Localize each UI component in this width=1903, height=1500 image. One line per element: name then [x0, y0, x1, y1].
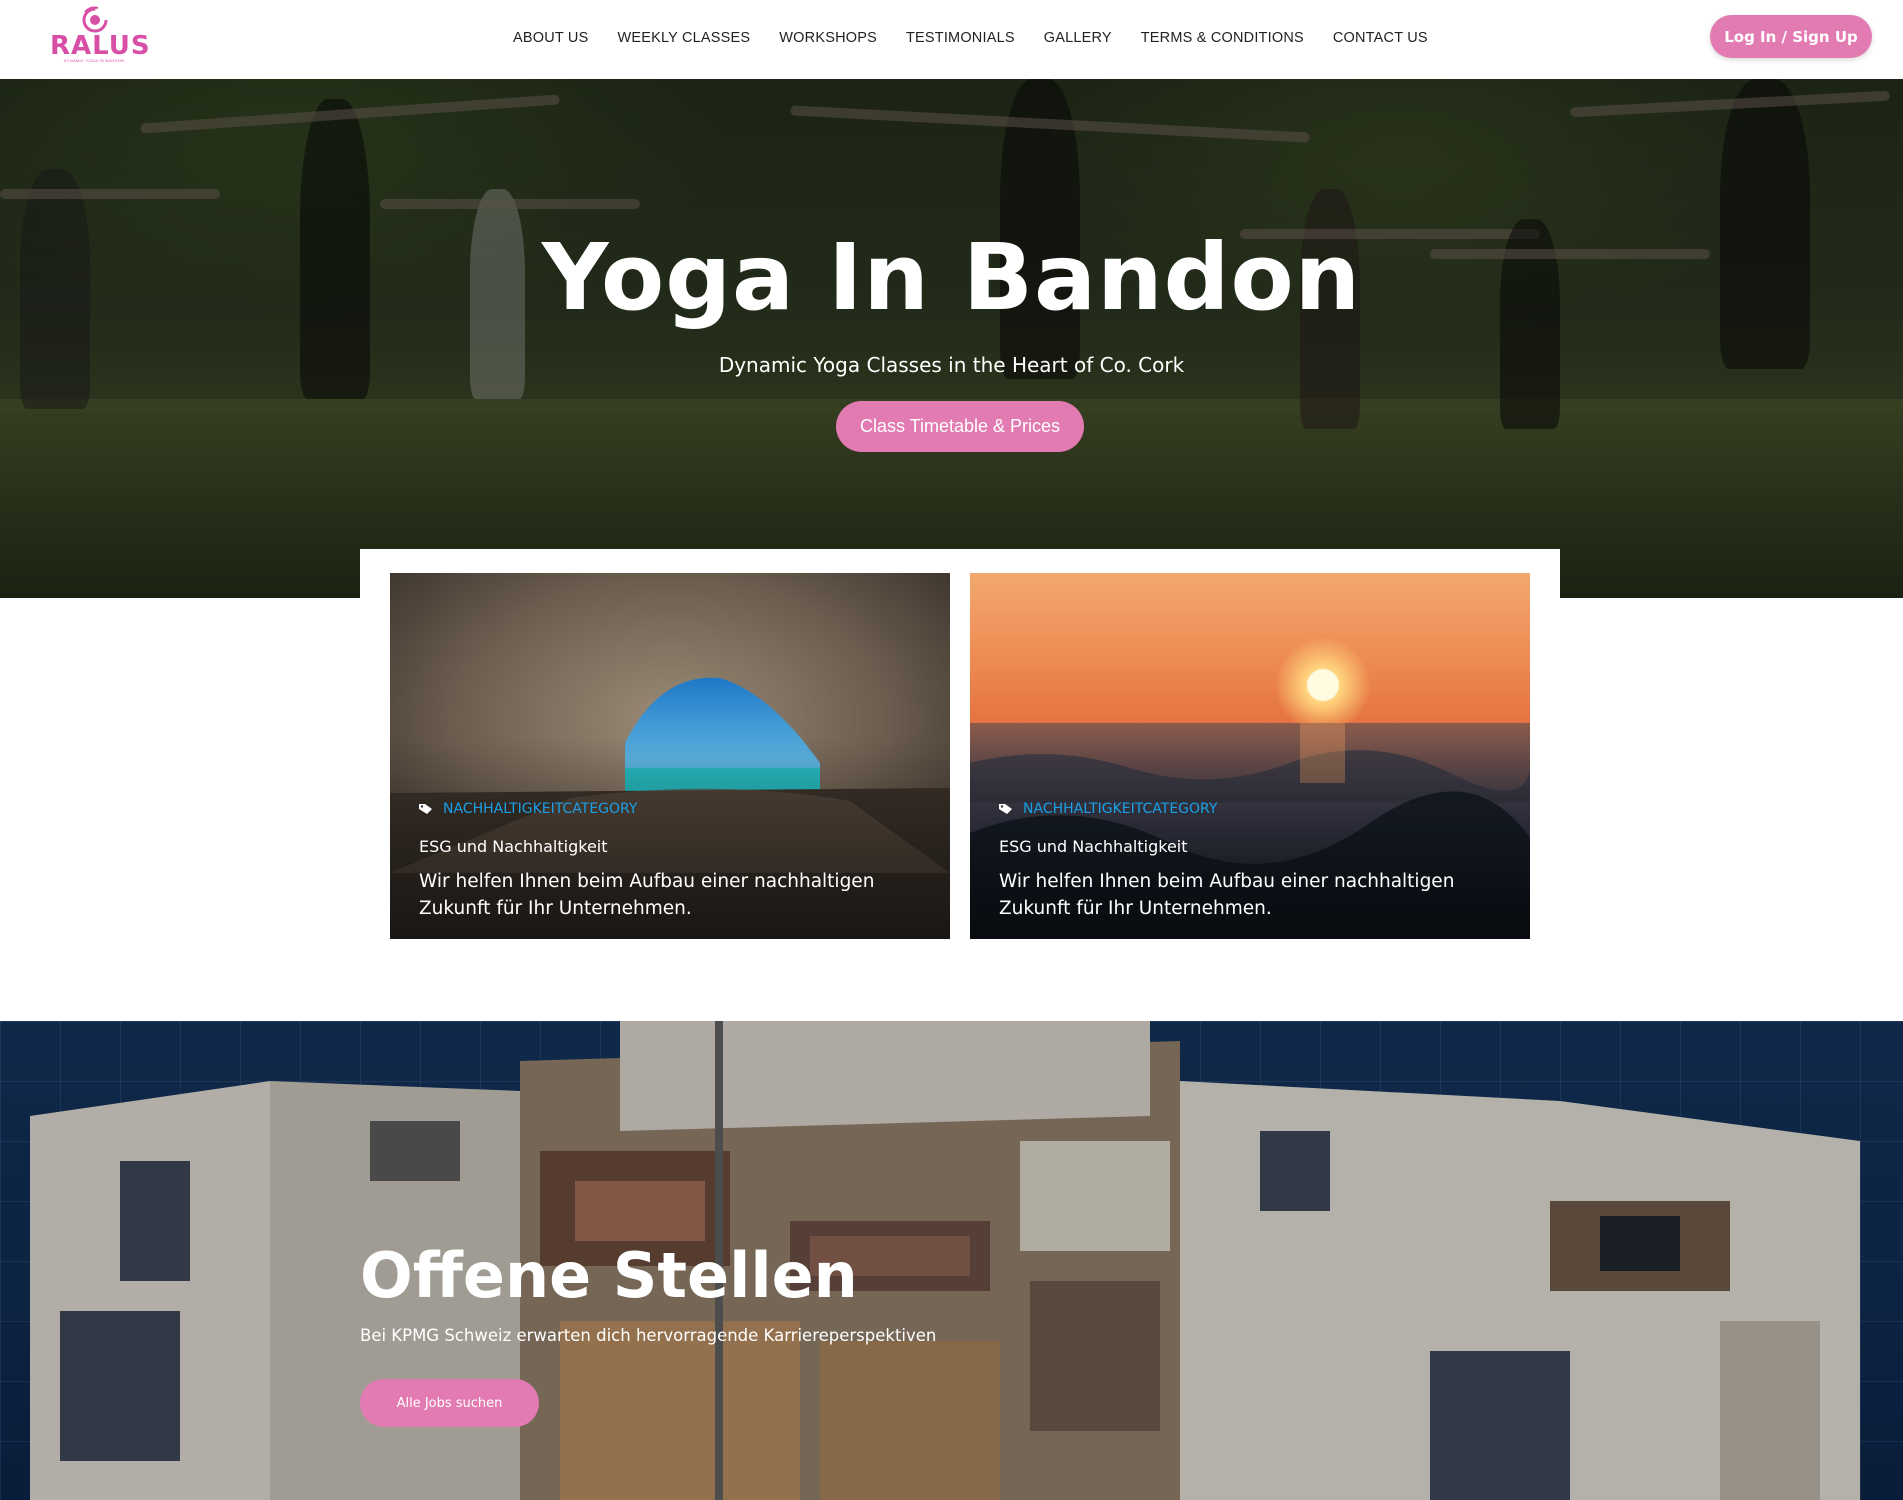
main-nav: ABOUT US WEEKLY CLASSES WORKSHOPS TESTIM… — [513, 30, 1457, 46]
card-title: ESG und Nachhaltigkeit — [419, 837, 608, 856]
card-category-label: NACHHALTIGKEITCATEGORY — [1023, 801, 1218, 817]
jobs-title: Offene Stellen — [360, 1239, 858, 1312]
card-category-label: NACHHALTIGKEITCATEGORY — [443, 801, 638, 817]
nav-link-terms-conditions[interactable]: TERMS & CONDITIONS — [1141, 30, 1304, 46]
article-card[interactable]: NACHHALTIGKEITCATEGORY ESG und Nachhalti… — [970, 573, 1530, 939]
nav-link-testimonials[interactable]: TESTIMONIALS — [906, 30, 1015, 46]
article-card[interactable]: NACHHALTIGKEITCATEGORY ESG und Nachhalti… — [390, 573, 950, 939]
card-description: Wir helfen Ihnen beim Aufbau einer nachh… — [419, 871, 875, 919]
card-category-link[interactable]: NACHHALTIGKEITCATEGORY — [999, 801, 1217, 817]
card-description: Wir helfen Ihnen beim Aufbau einer nachh… — [999, 871, 1455, 919]
nav-link-about-us[interactable]: ABOUT US — [513, 30, 588, 46]
tag-icon — [999, 804, 1012, 814]
site-logo[interactable]: RALUS DYNAMIC YOGA IN BANDON — [50, 6, 151, 64]
card-category-link[interactable]: NACHHALTIGKEITCATEGORY — [419, 801, 637, 817]
jobs-subtitle: Bei KPMG Schweiz erwarten dich hervorrag… — [360, 1326, 937, 1345]
hero-title: Yoga In Bandon — [541, 224, 1362, 331]
login-signup-button[interactable]: Log In / Sign Up — [1710, 15, 1872, 58]
nav-link-weekly-classes[interactable]: WEEKLY CLASSES — [617, 30, 750, 46]
nav-link-gallery[interactable]: GALLERY — [1044, 30, 1112, 46]
card-title: ESG und Nachhaltigkeit — [999, 837, 1188, 856]
jobs-section: Offene Stellen Bei KPMG Schweiz erwarten… — [0, 1021, 1903, 1500]
search-all-jobs-button[interactable]: Alle Jobs suchen — [360, 1379, 539, 1427]
site-header: RALUS DYNAMIC YOGA IN BANDON ABOUT US WE… — [0, 0, 1903, 79]
class-timetable-button[interactable]: Class Timetable & Prices — [836, 401, 1084, 452]
cards-panel: NACHHALTIGKEITCATEGORY ESG und Nachhalti… — [360, 549, 1560, 949]
tag-icon — [419, 804, 432, 814]
nav-link-workshops[interactable]: WORKSHOPS — [779, 30, 877, 46]
hero-subtitle: Dynamic Yoga Classes in the Heart of Co.… — [718, 353, 1185, 377]
logo-wordmark: RALUS — [50, 31, 151, 61]
logo-tagline: DYNAMIC YOGA IN BANDON — [63, 58, 125, 63]
nav-link-contact-us[interactable]: CONTACT US — [1333, 30, 1428, 46]
hero-section: Yoga In Bandon Dynamic Yoga Classes in t… — [0, 79, 1903, 598]
